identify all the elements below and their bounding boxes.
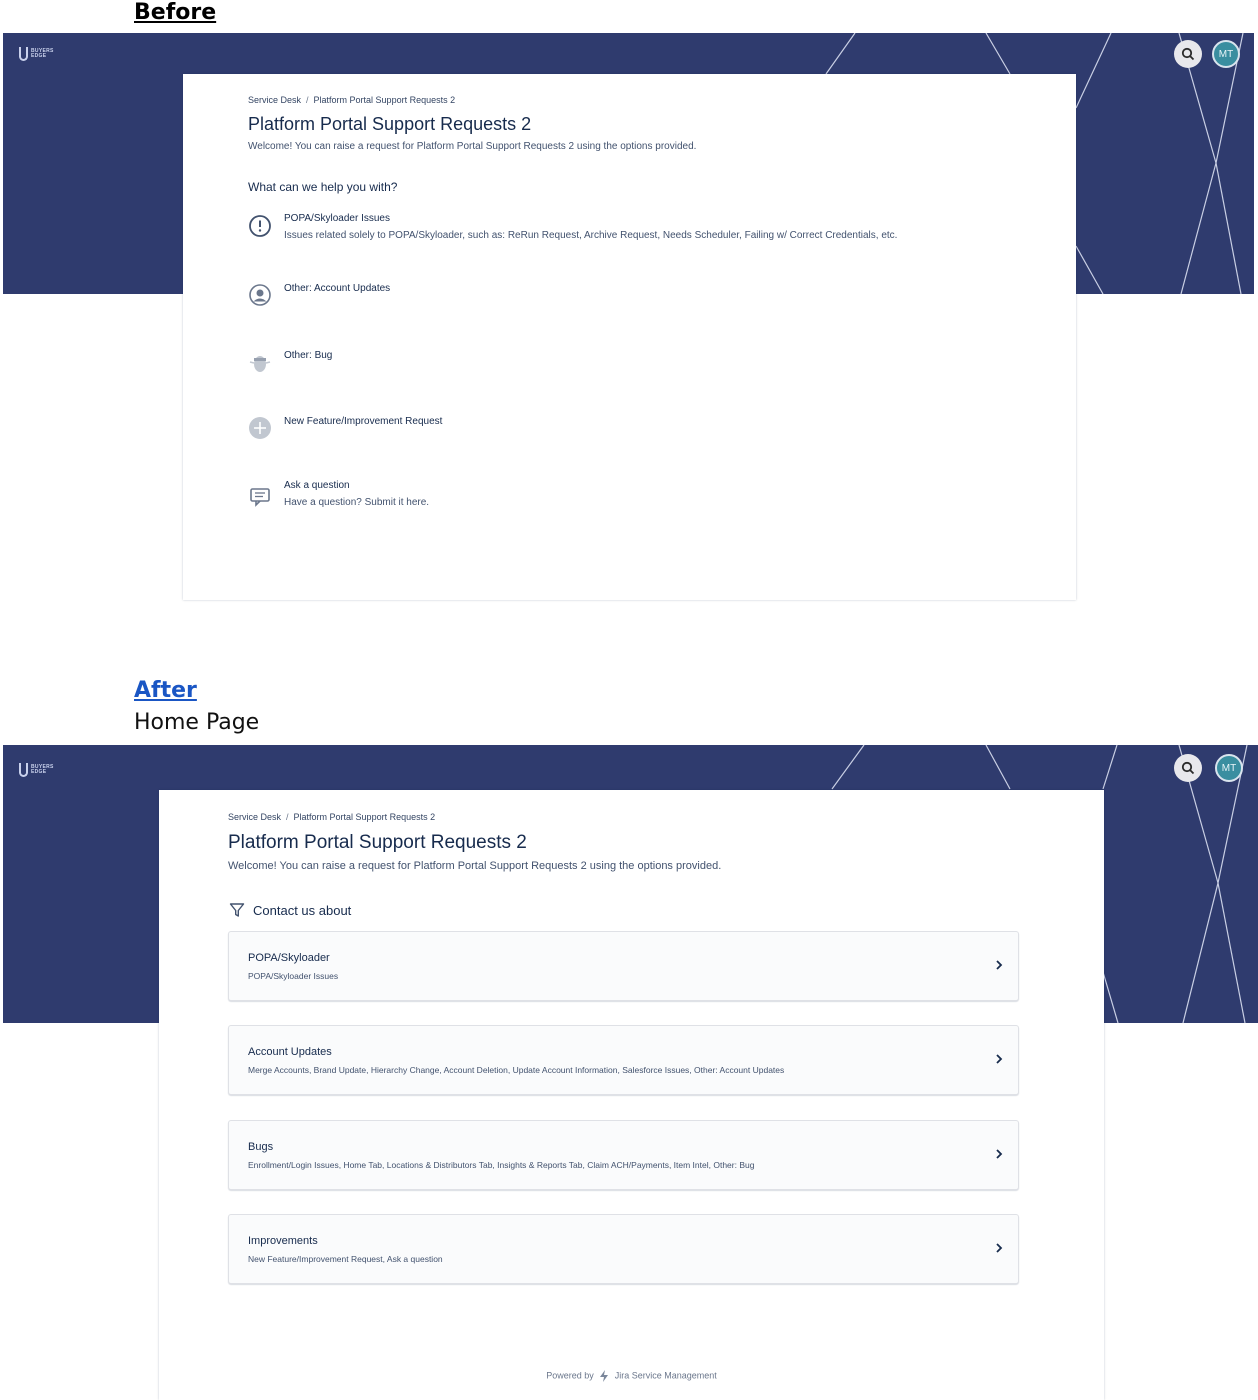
request-type-popa[interactable]: POPA/Skyloader Issues Issues related sol… — [248, 213, 948, 243]
breadcrumb-service-desk[interactable]: Service Desk — [248, 95, 301, 105]
plus-circle-icon — [249, 417, 271, 439]
search-button[interactable] — [1174, 40, 1202, 68]
request-type-ask-question[interactable]: Ask a question Have a question? Submit i… — [248, 480, 948, 510]
filter-icon — [229, 903, 245, 917]
group-subtitle: Enrollment/Login Issues, Home Tab, Locat… — [248, 1160, 755, 1170]
search-icon — [1181, 761, 1195, 775]
request-type-description: Have a question? Submit it here. — [284, 497, 430, 508]
help-heading: What can we help you with? — [248, 180, 398, 194]
request-group-improvements[interactable]: Improvements New Feature/Improvement Req… — [228, 1214, 1019, 1284]
request-type-bug[interactable]: Other: Bug — [248, 350, 948, 374]
group-subtitle: Merge Accounts, Brand Update, Hierarchy … — [248, 1065, 785, 1075]
search-button[interactable] — [1174, 754, 1202, 782]
search-icon — [1181, 47, 1195, 61]
page-title: Platform Portal Support Requests 2 — [228, 832, 527, 853]
jira-bolt-icon — [600, 1370, 609, 1382]
welcome-text: Welcome! You can raise a request for Pla… — [228, 860, 722, 872]
user-avatar[interactable]: MT — [1212, 40, 1240, 68]
request-group-bugs[interactable]: Bugs Enrollment/Login Issues, Home Tab, … — [228, 1120, 1019, 1190]
chevron-right-icon — [996, 1054, 1003, 1064]
request-portal-panel-after: Service Desk / Platform Portal Support Req… — [159, 790, 1104, 1400]
chevron-right-icon — [996, 1149, 1003, 1159]
page-title: Platform Portal Support Requests 2 — [248, 114, 532, 134]
powered-by-footer: Powered by Jira Service Management — [159, 1370, 1104, 1382]
breadcrumb-service-desk[interactable]: Service Desk — [228, 812, 281, 822]
group-title: Account Updates — [248, 1046, 332, 1058]
message-icon — [250, 488, 270, 507]
exclamation-circle-icon — [249, 215, 271, 237]
breadcrumb: Service Desk / Platform Portal Support Req… — [228, 812, 436, 822]
group-title: Bugs — [248, 1141, 274, 1153]
buyers-edge-logo[interactable]: BUYERS EDGE — [19, 759, 61, 781]
request-type-account-updates[interactable]: Other: Account Updates — [248, 283, 948, 307]
contact-heading-label: Contact us about — [253, 902, 352, 918]
request-type-new-feature[interactable]: New Feature/Improvement Request — [248, 416, 948, 442]
group-title: Improvements — [248, 1235, 318, 1247]
request-type-name: New Feature/Improvement Request — [284, 416, 443, 427]
after-subtitle: Home Page — [134, 710, 260, 735]
request-type-name: Other: Bug — [284, 350, 333, 361]
powered-by-label: Powered by — [546, 1370, 594, 1381]
request-type-description: Issues related solely to POPA/Skyloader,… — [284, 230, 898, 241]
request-group-popa-skyloader[interactable]: POPA/Skyloader POPA/Skyloader Issues — [228, 931, 1019, 1001]
breadcrumb-portal[interactable]: Platform Portal Support Requests 2 — [314, 95, 456, 105]
breadcrumb: Service Desk / Platform Portal Support Req… — [248, 95, 456, 105]
welcome-text: Welcome! You can raise a request for Pla… — [248, 141, 697, 152]
user-avatar[interactable]: MT — [1215, 754, 1243, 782]
after-label: After — [134, 678, 197, 703]
group-subtitle: POPA/Skyloader Issues — [248, 971, 339, 981]
contact-heading: Contact us about — [229, 902, 351, 918]
request-group-account-updates[interactable]: Account Updates Merge Accounts, Brand Up… — [228, 1025, 1019, 1095]
request-portal-panel-before: Service Desk / Platform Portal Support Req… — [183, 74, 1076, 600]
before-label: Before — [134, 0, 217, 25]
request-type-name: Ask a question — [284, 480, 350, 491]
breadcrumb-portal[interactable]: Platform Portal Support Requests 2 — [294, 812, 436, 822]
request-type-name: Other: Account Updates — [284, 283, 391, 294]
chevron-right-icon — [996, 1243, 1003, 1253]
buyers-edge-logo[interactable]: BUYERS EDGE — [19, 43, 61, 65]
powered-by-product[interactable]: Jira Service Management — [615, 1370, 717, 1380]
user-circle-icon — [249, 284, 271, 306]
group-subtitle: New Feature/Improvement Request, Ask a q… — [248, 1254, 443, 1264]
request-type-name: POPA/Skyloader Issues — [284, 213, 390, 224]
bug-icon — [249, 356, 271, 372]
chevron-right-icon — [996, 960, 1003, 970]
group-title: POPA/Skyloader — [248, 952, 330, 964]
